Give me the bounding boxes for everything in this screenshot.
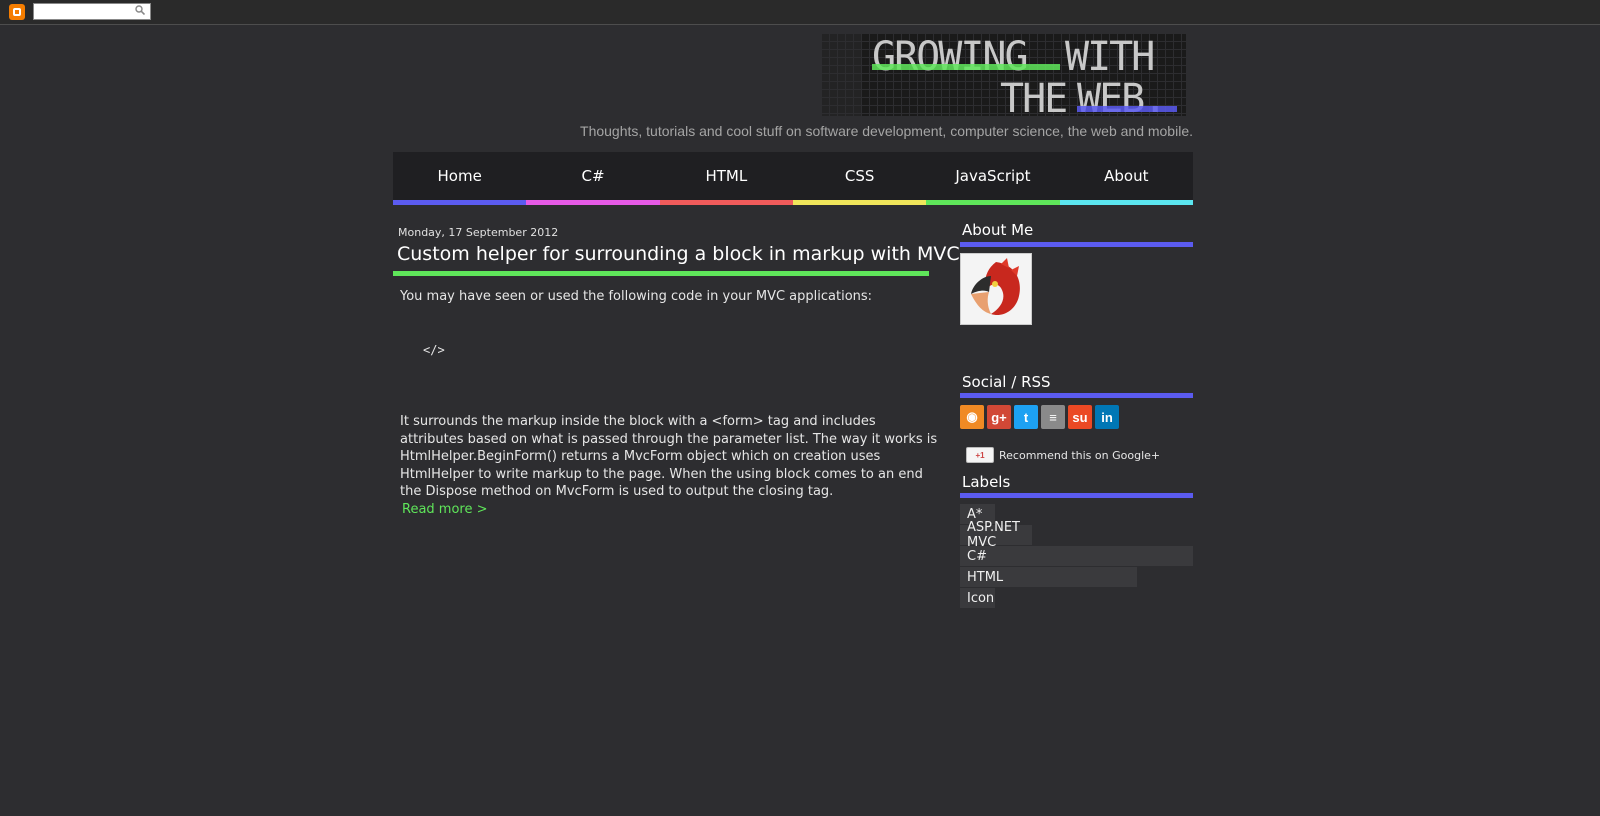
google-plus-recommend-text: Recommend this on Google+ — [999, 448, 1161, 462]
post-title-underline — [393, 271, 929, 276]
griffin-avatar-icon — [971, 258, 1020, 316]
avatar[interactable] — [960, 253, 1032, 325]
site-tagline: Thoughts, tutorials and cool stuff on so… — [580, 123, 1193, 139]
google-plus-one-button[interactable]: +1 — [966, 447, 994, 463]
post-code-snippet: </> — [423, 343, 445, 357]
post-body: It surrounds the markup inside the block… — [400, 400, 940, 514]
main-nav-tabs: Home C# HTML CSS JavaScript About — [393, 152, 1194, 205]
tab-javascript[interactable]: JavaScript — [926, 152, 1060, 205]
social-rss-rule — [960, 393, 1193, 398]
logo-word-growing: GROWING — [872, 34, 1027, 80]
logo-word-the: THE — [1000, 76, 1066, 116]
tab-css[interactable]: CSS — [792, 152, 927, 205]
navbar-search-input[interactable] — [33, 3, 151, 20]
twitter-icon[interactable]: t — [1014, 405, 1038, 429]
search-icon[interactable] — [135, 5, 145, 15]
social-rss-heading: Social / RSS — [962, 373, 1051, 391]
about-me-rule — [960, 242, 1193, 247]
about-me-heading: About Me — [962, 221, 1034, 239]
read-more-link[interactable]: Read more > — [402, 502, 488, 517]
post-date: Monday, 17 September 2012 — [398, 226, 559, 239]
post-intro: You may have seen or used the following … — [400, 288, 940, 306]
tab-home[interactable]: Home — [393, 152, 527, 205]
post-title[interactable]: Custom helper for surrounding a block in… — [397, 243, 960, 265]
blogger-logo-icon[interactable] — [9, 4, 25, 20]
label-item[interactable]: C# — [960, 546, 1193, 566]
labels-heading: Labels — [962, 473, 1011, 491]
social-icons: ◉ g+ t ≡ su in — [960, 405, 1119, 429]
label-item[interactable]: HTML — [960, 567, 1137, 587]
labels-rule — [960, 493, 1193, 498]
logo-word-with: WITH — [1065, 34, 1153, 80]
stumbleupon-icon[interactable]: su — [1068, 405, 1092, 429]
rss-icon[interactable]: ◉ — [960, 405, 984, 429]
blogger-navbar — [0, 0, 1600, 25]
tab-about[interactable]: About — [1059, 152, 1194, 205]
tab-html[interactable]: HTML — [659, 152, 794, 205]
post-intro-text: You may have seen or used the following … — [400, 289, 873, 304]
tab-c[interactable]: C# — [526, 152, 660, 205]
site-logo[interactable]: GROWING WITH THE WEB. — [822, 34, 1186, 116]
google-plus-icon[interactable]: g+ — [987, 405, 1011, 429]
stackoverflow-icon[interactable]: ≡ — [1041, 405, 1065, 429]
post-body-text: It surrounds the markup inside the block… — [400, 414, 938, 499]
linkedin-icon[interactable]: in — [1095, 405, 1119, 429]
google-plus-recommend: +1 Recommend this on Google+ — [966, 447, 1160, 463]
label-item[interactable]: ASP.NET MVC — [960, 520, 1032, 550]
label-item[interactable]: Icon — [960, 588, 995, 608]
